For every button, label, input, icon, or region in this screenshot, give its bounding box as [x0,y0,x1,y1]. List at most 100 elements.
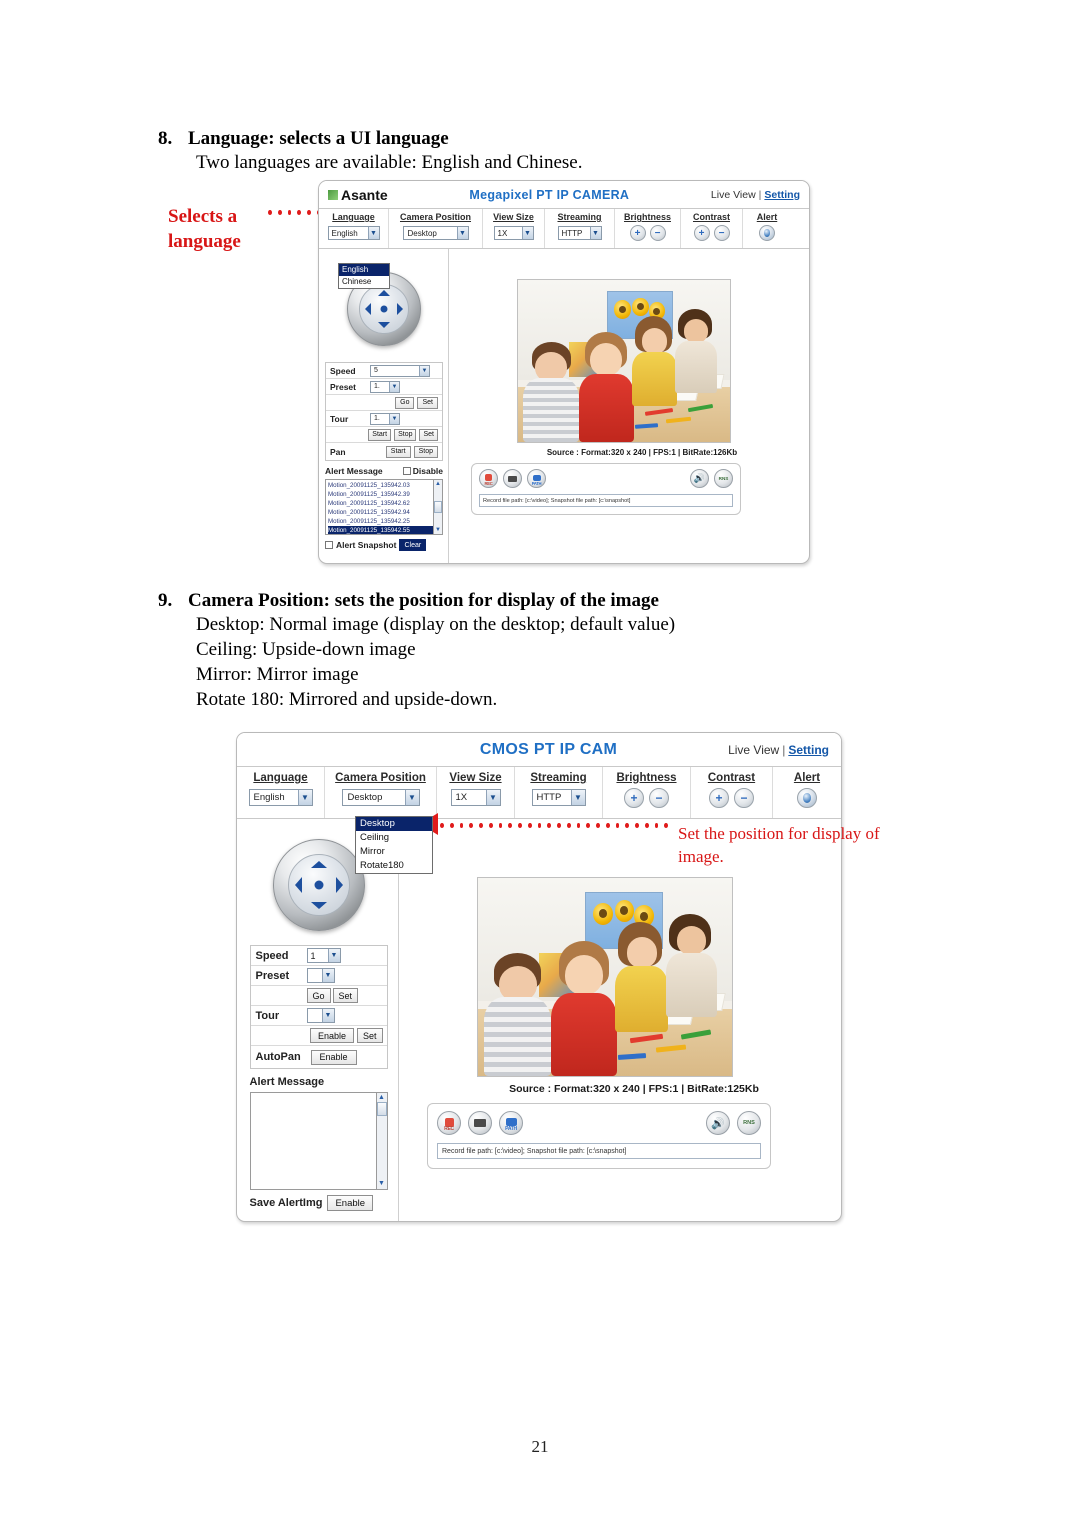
position-option-rotate180-2[interactable]: Rotate180 [356,859,432,873]
view-size-select-2[interactable]: 1X ▼ [450,789,501,806]
speed-select-2[interactable]: 1 ▼ [306,948,341,963]
file-path-input-1[interactable]: Record file path: [c:\video]; Snapshot f… [479,494,733,507]
alert-message-item-5[interactable]: Motion_20091125_135942.25 [328,517,440,526]
view-size-select-1[interactable]: 1X ▼ [493,226,534,240]
streaming-select-1[interactable]: HTTP ▼ [557,226,602,240]
ptz-joystick-inner-2[interactable] [287,854,350,916]
tour-select-2[interactable]: ▼ [306,1008,335,1023]
tour-start-button-1[interactable]: Start [368,428,392,441]
alert-message-list-1[interactable]: Motion_20091125_135942.03 Motion_2009112… [325,479,443,535]
tour-buttons-row-1: Start Stop Set [326,427,442,443]
streaming-select-2[interactable]: HTTP ▼ [531,789,586,806]
language-option-chinese-1[interactable]: Chinese [339,276,389,288]
alert-message-item-4[interactable]: Motion_20091125_135942.94 [328,508,440,517]
ptz-up-arrow-icon-1[interactable] [378,290,390,296]
camera-position-select-value-1: Desktop [407,228,437,238]
ptz-down-arrow-icon-2[interactable] [310,902,327,909]
tour-set-button-2[interactable]: Set [356,1028,383,1043]
setting-link-2[interactable]: Setting [788,743,829,757]
ptz-center-dot-1[interactable] [380,305,388,313]
ptz-right-arrow-icon-2[interactable] [335,877,343,893]
audio-button-2[interactable]: 🔊 [706,1111,730,1135]
video-view-2[interactable] [477,877,733,1077]
speed-select-1[interactable]: 5 ▼ [370,364,430,377]
alert-button-1[interactable] [759,225,775,241]
position-option-desktop-2[interactable]: Desktop [356,817,432,831]
alert-message-item-2[interactable]: Motion_20091125_135942.39 [328,490,440,499]
ptz-up-arrow-icon-2[interactable] [310,861,327,868]
file-path-input-2[interactable]: Record file path: [c:\video]; Snapshot f… [437,1143,761,1159]
tour-select-1[interactable]: 1. ▼ [370,412,400,425]
scroll-up-arrow-icon-2[interactable]: ▲ [378,1094,385,1101]
autopan-enable-button-2[interactable]: Enable [310,1049,357,1065]
alert-list-scrollbar-2[interactable]: ▲ ▼ [375,1093,387,1189]
alert-message-item-6[interactable]: Motion_20091125_135942.55 [328,526,440,534]
tour-enable-button-2[interactable]: Enable [309,1028,354,1043]
ptz-down-arrow-icon-1[interactable] [378,322,390,328]
alert-button-2[interactable] [797,788,817,808]
contrast-minus-button-1[interactable]: − [713,225,730,241]
scroll-down-arrow-icon-1[interactable]: ▼ [435,527,441,533]
contrast-minus-button-2[interactable]: − [734,788,754,808]
rns-button-2[interactable]: RNS [737,1111,761,1135]
snapshot-button-1[interactable] [503,469,522,488]
live-view-link-2[interactable]: Live View [728,743,779,757]
scroll-down-arrow-icon-2[interactable]: ▼ [378,1180,385,1187]
scrollbar-thumb-2[interactable] [376,1102,387,1116]
tour-set-button-1[interactable]: Set [419,428,438,441]
pan-stop-button-1[interactable]: Stop [413,445,438,458]
path-button-1[interactable]: PATH [527,469,546,488]
ptz-right-arrow-icon-1[interactable] [397,303,403,315]
position-option-mirror-2[interactable]: Mirror [356,845,432,859]
camera-position-dropdown-list-2[interactable]: Desktop Ceiling Mirror Rotate180 [355,816,433,874]
preset-select-2[interactable]: ▼ [306,968,335,983]
preset-set-button-1[interactable]: Set [417,396,438,409]
scroll-up-arrow-icon-1[interactable]: ▲ [435,481,441,487]
ptz-left-arrow-icon-1[interactable] [365,303,371,315]
language-select-1[interactable]: English ▼ [327,226,380,240]
chevron-down-icon-position-1: ▼ [456,227,468,239]
save-alertimg-enable-button-2[interactable]: Enable [327,1195,374,1211]
alert-snapshot-checkbox-1[interactable] [325,541,333,549]
language-select-2[interactable]: English ▼ [248,789,313,806]
ptz-left-arrow-icon-2[interactable] [294,877,302,893]
video-view-1[interactable] [517,279,731,443]
setting-link-1[interactable]: Setting [764,189,800,201]
alert-disable-checkbox-1[interactable] [402,467,411,475]
preset-set-button-2[interactable]: Set [332,988,359,1003]
ptz-control-table-2: Speed 1 ▼ Preset ▼ Go Set Tour ▼ Enable … [249,945,388,1069]
section-9-line-1: Desktop: Normal image (display on the de… [196,614,676,635]
camera-position-select-1[interactable]: Desktop ▼ [402,226,469,240]
record-button-1[interactable]: REC [479,469,498,488]
snapshot-button-2[interactable] [468,1111,492,1135]
brightness-minus-button-2[interactable]: − [649,788,669,808]
preset-go-button-1[interactable]: Go [395,396,415,409]
alert-message-list-2[interactable]: ▲ ▼ [249,1092,388,1190]
ptz-joystick-inner-1[interactable] [359,284,409,334]
position-option-ceiling-2[interactable]: Ceiling [356,831,432,845]
alert-message-item-1[interactable]: Motion_20091125_135942.03 [328,481,440,490]
brightness-minus-button-1[interactable]: − [649,225,666,241]
alert-clear-button-1[interactable]: Clear [399,539,427,551]
rns-button-1[interactable]: RNS [714,469,733,488]
brightness-plus-button-2[interactable]: + [624,788,644,808]
preset-select-1[interactable]: 1. ▼ [370,380,400,393]
record-button-2[interactable]: REC [437,1111,461,1135]
contrast-plus-button-2[interactable]: + [709,788,729,808]
tour-stop-button-1[interactable]: Stop [394,428,417,441]
audio-button-1[interactable]: 🔊 [690,469,709,488]
preset-go-button-2[interactable]: Go [306,988,331,1003]
pan-start-button-1[interactable]: Start [385,445,411,458]
ptz-joystick-2[interactable] [272,839,365,931]
path-button-2[interactable]: PATH [499,1111,523,1135]
alert-message-item-3[interactable]: Motion_20091125_135942.62 [328,499,440,508]
camera-position-select-2[interactable]: Desktop ▼ [341,789,420,806]
scrollbar-thumb-1[interactable] [433,501,442,513]
language-dropdown-list-1[interactable]: English Chinese [338,263,390,289]
contrast-plus-button-1[interactable]: + [693,225,710,241]
brightness-plus-button-1[interactable]: + [629,225,646,241]
language-option-english-1[interactable]: English [339,264,389,276]
ptz-center-dot-2[interactable] [314,880,323,890]
alert-list-scrollbar-1[interactable]: ▲ ▼ [433,480,442,534]
live-view-link-1[interactable]: Live View [711,189,756,201]
